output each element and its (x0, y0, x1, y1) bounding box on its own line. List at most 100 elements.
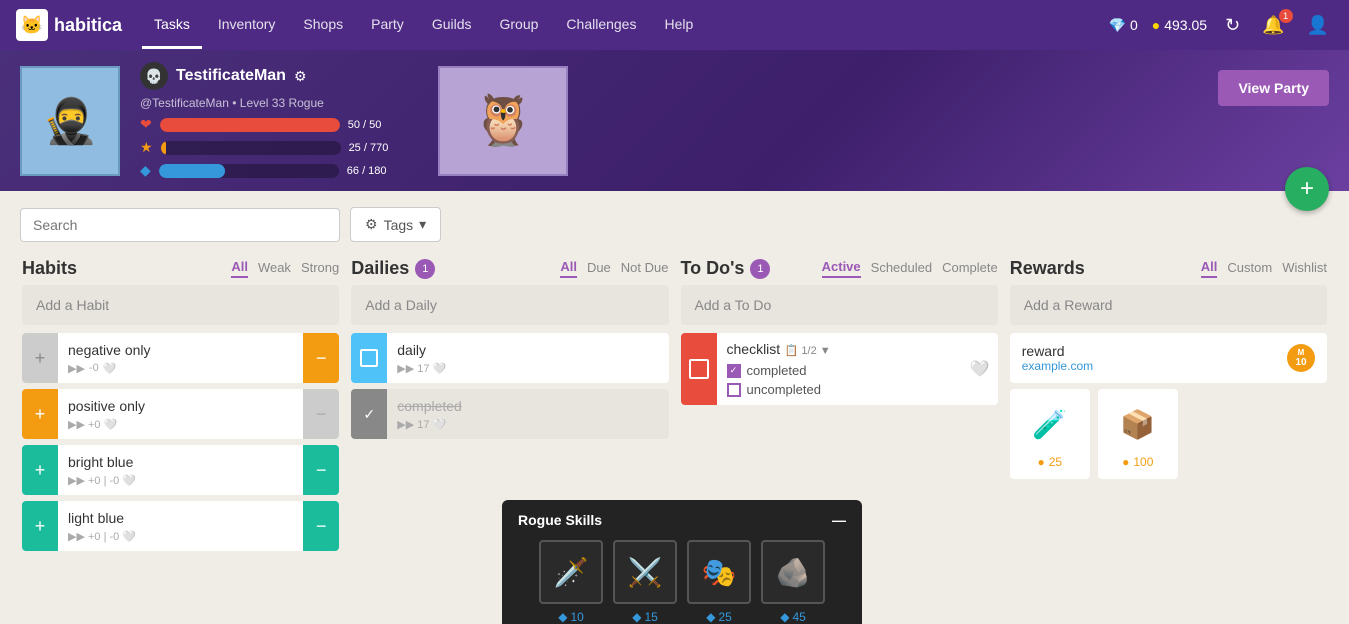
subitem-checkbox-unchecked[interactable] (727, 383, 741, 397)
habit-content: bright blue ▶▶ +0 | -0 🤍 (58, 445, 303, 495)
habits-header: Habits All Weak Strong (22, 258, 339, 279)
mp-bar-bg (159, 164, 339, 178)
skill-icon-0[interactable]: 🗡️ (539, 540, 603, 604)
search-input[interactable] (20, 208, 340, 242)
xp-bar-fill (161, 141, 166, 155)
skill-cost-2: ◆ 25 (706, 610, 732, 624)
class-icon: 💀 (140, 62, 168, 90)
add-todo-card[interactable]: Add a To Do (681, 285, 998, 325)
nav-shops[interactable]: Shops (291, 2, 355, 49)
tab-todos-active[interactable]: Active (822, 259, 861, 278)
daily-content-completed: completed ▶▶ 17 🤍 (387, 389, 668, 439)
daily-card: daily ▶▶ 17 🤍 (351, 333, 668, 383)
search-area: ⚙ Tags ▾ (0, 191, 1349, 250)
reward-name: reward (1022, 343, 1093, 359)
habit-plus-disabled[interactable]: + (22, 333, 58, 383)
add-reward-card[interactable]: Add a Reward (1010, 285, 1327, 325)
todo-color-bar (681, 333, 717, 405)
refresh-button[interactable]: ↻ (1221, 11, 1244, 40)
avatar: 🥷 (20, 66, 120, 176)
skills-close-button[interactable]: — (832, 512, 846, 528)
nav-guilds[interactable]: Guilds (420, 2, 484, 49)
tab-rewards-wishlist[interactable]: Wishlist (1282, 260, 1327, 277)
daily-checkbox[interactable] (360, 349, 378, 367)
nav-party[interactable]: Party (359, 2, 416, 49)
habit-minus-teal: − (303, 445, 339, 495)
nav-tasks[interactable]: Tasks (142, 2, 202, 49)
habit-minus-btn[interactable]: − (316, 516, 327, 537)
reward-link[interactable]: example.com (1022, 359, 1093, 373)
habit-plus-btn[interactable]: + (22, 445, 58, 495)
todo-heart-icon: 🤍 (970, 359, 990, 379)
tab-habits-strong[interactable]: Strong (301, 260, 339, 277)
profile-button[interactable]: 👤 (1303, 11, 1333, 40)
hp-icon: ❤ (140, 116, 152, 133)
reward-card: reward example.com M 10 (1010, 333, 1327, 383)
add-habit-card[interactable]: Add a Habit (22, 285, 339, 325)
habit-card: + bright blue ▶▶ +0 | -0 🤍 − (22, 445, 339, 495)
daily-checkbox-checked[interactable]: ✓ (357, 402, 381, 426)
gem-amount: 0 (1130, 17, 1138, 33)
todo-right: 🤍 (962, 333, 998, 405)
rewards-column: Rewards All Custom Wishlist Add a Reward… (1004, 258, 1333, 557)
nav-logo: 🐱 habitica (16, 9, 122, 41)
subitem-checkbox-checked[interactable]: ✓ (727, 364, 741, 378)
tab-dailies-due[interactable]: Due (587, 260, 611, 277)
add-task-button[interactable]: + (1285, 167, 1329, 211)
top-nav: 🐱 habitica Tasks Inventory Shops Party G… (0, 0, 1349, 50)
nav-help[interactable]: Help (652, 2, 705, 49)
profile-expand[interactable]: ⚙ (294, 68, 307, 85)
tab-rewards-all[interactable]: All (1201, 259, 1218, 278)
tab-dailies-all[interactable]: All (560, 259, 577, 278)
skill-item-1: ⚔️ ◆ 15 (613, 540, 677, 624)
view-party-button[interactable]: View Party (1218, 70, 1329, 106)
logo-text: habitica (54, 15, 122, 36)
skill-icon-3[interactable]: 🪨 (761, 540, 825, 604)
reward-item-card[interactable]: 🧪 ● 25 (1010, 389, 1090, 479)
todo-checklist-label[interactable]: 📋 1/2 ▼ (785, 345, 831, 357)
habit-plus-btn[interactable]: + (22, 501, 58, 551)
tab-dailies-notdue[interactable]: Not Due (621, 260, 669, 277)
mp-icon: ◆ (140, 162, 151, 179)
daily-stats: ▶▶ 17 🤍 (397, 362, 658, 375)
todo-sub-item-uncompleted: uncompleted (727, 382, 952, 397)
filter-icon: ⚙ (365, 216, 378, 233)
todos-count: 1 (750, 259, 770, 279)
habit-minus-disabled: − (303, 389, 339, 439)
habit-minus-teal: − (303, 501, 339, 551)
gold-count: ● 493.05 (1152, 17, 1207, 33)
habits-column: Habits All Weak Strong Add a Habit + neg… (16, 258, 345, 557)
skill-item-0: 🗡️ ◆ 10 (539, 540, 603, 624)
daily-stats-completed: ▶▶ 17 🤍 (397, 418, 658, 431)
skill-icon-2[interactable]: 🎭 (687, 540, 751, 604)
notification-button[interactable]: 🔔 1 (1258, 11, 1288, 40)
habit-card: + light blue ▶▶ +0 | -0 🤍 − (22, 501, 339, 551)
nav-inventory[interactable]: Inventory (206, 2, 288, 49)
habit-minus-btn[interactable]: − (316, 460, 327, 481)
add-daily-card[interactable]: Add a Daily (351, 285, 668, 325)
hp-bar-bg (160, 118, 340, 132)
daily-color-bar (351, 333, 387, 383)
skill-item-2: 🎭 ◆ 25 (687, 540, 751, 624)
reward-item-card[interactable]: 📦 ● 100 (1098, 389, 1178, 479)
hp-bar-row: ❤ 50 / 50 (140, 116, 388, 133)
nav-challenges[interactable]: Challenges (554, 2, 648, 49)
habit-stats: ▶▶ +0 🤍 (68, 418, 293, 431)
tab-habits-all[interactable]: All (231, 259, 248, 278)
tags-button[interactable]: ⚙ Tags ▾ (350, 207, 441, 242)
profile-username: TestificateMan (176, 67, 286, 85)
tab-todos-complete[interactable]: Complete (942, 260, 998, 277)
xp-icon: ★ (140, 139, 153, 156)
tab-rewards-custom[interactable]: Custom (1227, 260, 1272, 277)
habit-minus-btn[interactable]: − (316, 348, 327, 369)
xp-text: 25 / 770 (349, 142, 389, 154)
nav-group[interactable]: Group (488, 2, 551, 49)
tab-habits-weak[interactable]: Weak (258, 260, 291, 277)
nav-links: Tasks Inventory Shops Party Guilds Group… (142, 2, 1109, 49)
todo-checkbox[interactable] (689, 359, 709, 379)
habit-name: negative only (68, 342, 293, 358)
tab-todos-scheduled[interactable]: Scheduled (871, 260, 932, 277)
habit-plus-btn[interactable]: + (22, 389, 58, 439)
rogue-skills-popup: Rogue Skills — 🗡️ ◆ 10 ⚔️ ◆ 15 🎭 ◆ 25 � (502, 500, 862, 624)
skill-icon-1[interactable]: ⚔️ (613, 540, 677, 604)
